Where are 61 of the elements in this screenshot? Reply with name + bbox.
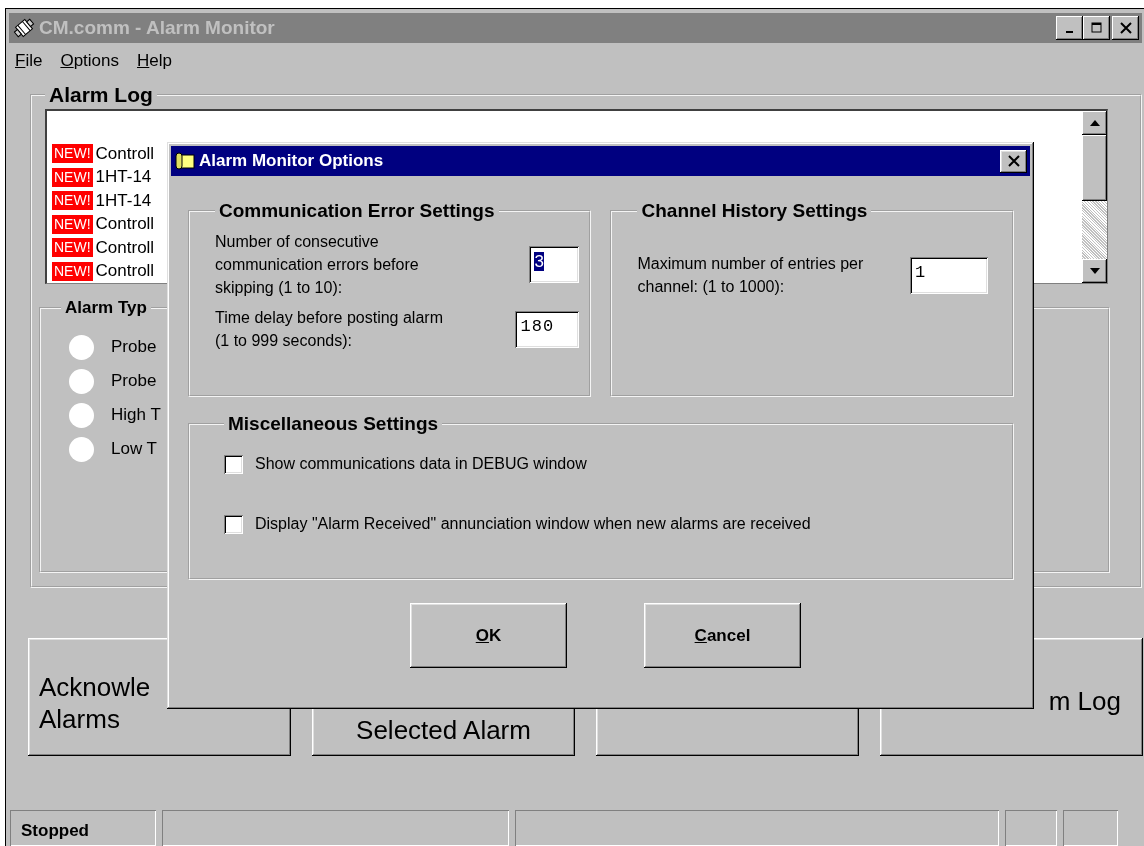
scrollbar[interactable] <box>1082 111 1107 283</box>
maximize-icon <box>1090 22 1103 34</box>
group-title: Channel History Settings <box>640 200 869 222</box>
group-title: Communication Error Settings <box>218 200 496 222</box>
menu-item[interactable]: Help <box>137 51 172 71</box>
radio-button[interactable] <box>69 436 94 462</box>
down-arrow-icon <box>1089 268 1100 274</box>
radio-label: Probe <box>111 337 157 357</box>
new-badge: NEW! <box>52 238 93 258</box>
dialog-title: Alarm Monitor Options <box>199 151 384 171</box>
menu-item[interactable]: Options <box>60 51 119 71</box>
new-badge: NEW! <box>52 214 93 234</box>
group-title: Miscellaneous Settings <box>227 413 440 435</box>
alarm-entry[interactable]: 1HT-14 <box>95 190 152 211</box>
checkbox[interactable] <box>224 454 243 474</box>
group-title: Alarm Typ <box>64 298 148 318</box>
alarm-entry[interactable]: Controll <box>95 214 155 235</box>
new-badge: NEW! <box>52 261 93 281</box>
minimize-button[interactable] <box>1056 16 1083 40</box>
satellite-icon <box>12 16 36 40</box>
radio-button[interactable] <box>69 402 94 428</box>
alarm-entry[interactable]: Controll <box>95 143 155 164</box>
input-field[interactable]: 180 <box>515 310 580 348</box>
new-badge: NEW! <box>52 191 93 211</box>
up-arrow-icon <box>1089 120 1100 126</box>
menu-item[interactable]: File <box>15 51 43 71</box>
input-field[interactable]: 1 <box>910 256 988 294</box>
input-field[interactable]: 3 <box>529 245 580 283</box>
field-label: Maximum number of entries per channel: (1 to 1000): <box>637 254 865 297</box>
group-title: Alarm Log <box>48 83 154 107</box>
window-title: CM.comm - Alarm Monitor <box>39 17 275 39</box>
maximize-button[interactable] <box>1083 16 1110 40</box>
status-panel <box>1063 810 1118 846</box>
field-label: Number of consecutive communication errors before skipping (1 to 10): <box>215 231 420 298</box>
dialog-button[interactable]: Cancel <box>644 603 801 668</box>
new-badge: NEW! <box>52 167 93 187</box>
alarm-entry[interactable]: 1HT-14 <box>95 167 152 188</box>
close-button[interactable] <box>1000 149 1027 173</box>
radio-label: Probe <box>111 371 157 391</box>
status-panel <box>1005 810 1057 846</box>
radio-button[interactable] <box>69 334 94 360</box>
checkbox-label: Show communications data in DEBUG window <box>255 455 587 473</box>
radio-label: High T <box>111 405 161 425</box>
field-label: Time delay before posting alarm (1 to 999 seconds): <box>215 308 444 351</box>
alarm-entry[interactable]: Controll <box>95 237 155 258</box>
radio-label: Low T <box>111 439 157 459</box>
alarm-entry[interactable]: Controll <box>95 261 155 282</box>
checkbox[interactable] <box>224 514 243 534</box>
scroll-down-button[interactable] <box>1082 259 1107 283</box>
status-panel: Stopped <box>10 810 156 846</box>
close-button[interactable] <box>1112 16 1139 40</box>
close-icon <box>1119 22 1132 34</box>
dialog-button[interactable]: OK <box>410 603 567 668</box>
scroll-up-button[interactable] <box>1082 111 1107 135</box>
minimize-icon <box>1066 31 1073 33</box>
close-icon <box>1007 155 1020 167</box>
folder-icon <box>174 150 196 172</box>
checkbox-label: Display "Alarm Received" annunciation window when new alarms are received <box>255 515 811 533</box>
scroll-thumb[interactable] <box>1082 135 1107 201</box>
new-badge: NEW! <box>52 144 93 164</box>
radio-button[interactable] <box>69 368 94 394</box>
